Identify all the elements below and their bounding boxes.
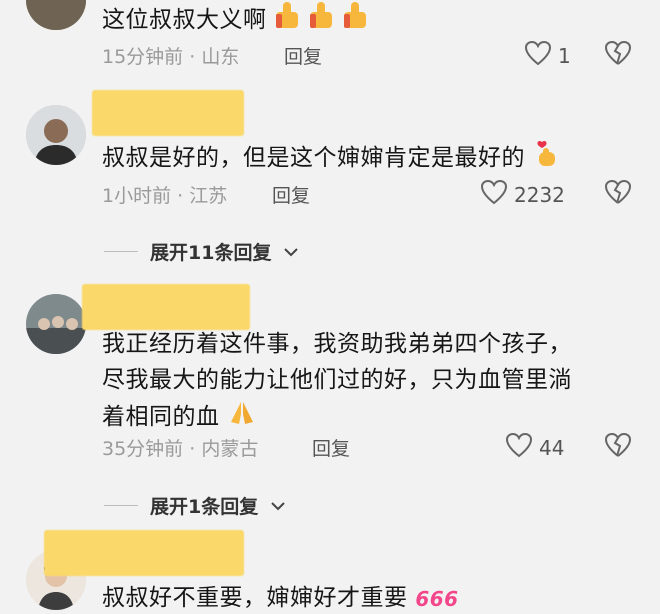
- expand-replies-button[interactable]: 展开1条回复: [104, 492, 286, 519]
- avatar[interactable]: [26, 294, 86, 354]
- comment-text: 叔叔好不重要，婶婶好才重要 666: [102, 580, 459, 614]
- like-count: 44: [539, 435, 565, 460]
- thumbs-up-emoji: [274, 0, 374, 41]
- heart-outline-icon: [505, 432, 533, 463]
- 666-emoji: 666: [415, 586, 459, 611]
- reply-button[interactable]: 回复: [284, 42, 322, 69]
- reply-button[interactable]: 回复: [272, 181, 310, 208]
- folded-hands-emoji: [227, 398, 257, 437]
- avatar[interactable]: [26, 105, 86, 165]
- heart-outline-icon: [480, 179, 508, 210]
- dislike-button[interactable]: [604, 40, 632, 70]
- dislike-button[interactable]: [604, 179, 632, 209]
- username-redacted: [44, 530, 244, 576]
- expand-replies-label: 展开11条回复: [150, 242, 272, 264]
- finger-heart-emoji: [533, 138, 559, 179]
- comment-text: 这位叔叔大义啊: [102, 0, 374, 41]
- divider: [104, 251, 138, 252]
- dislike-button[interactable]: [604, 432, 632, 462]
- reply-button[interactable]: 回复: [312, 434, 350, 461]
- like-count: 2232: [514, 182, 565, 207]
- username-redacted: [92, 90, 244, 136]
- chevron-down-icon: [283, 241, 299, 263]
- comment-text: 我正经历着这件事，我资助我弟弟四个孩子， 尽我最大的能力让他们过的好，只为血管里…: [102, 326, 572, 437]
- comment-meta: 15分钟前 · 山东: [102, 46, 240, 68]
- chevron-down-icon: [270, 495, 286, 517]
- broken-heart-icon: [604, 179, 632, 209]
- like-button[interactable]: 44: [505, 432, 564, 463]
- heart-outline-icon: [524, 40, 552, 71]
- comment-meta: 35分钟前 · 内蒙古: [102, 438, 259, 460]
- like-count: 1: [558, 43, 571, 68]
- comment-text: 叔叔是好的，但是这个婶婶肯定是最好的: [102, 138, 559, 179]
- divider: [104, 505, 138, 506]
- username-redacted: [82, 284, 250, 330]
- expand-replies-button[interactable]: 展开11条回复: [104, 238, 299, 265]
- broken-heart-icon: [604, 40, 632, 70]
- avatar[interactable]: [26, 0, 86, 30]
- like-button[interactable]: 1: [524, 40, 571, 71]
- expand-replies-label: 展开1条回复: [150, 496, 259, 518]
- comment-meta: 1小时前 · 江苏: [102, 185, 228, 207]
- broken-heart-icon: [604, 432, 632, 462]
- like-button[interactable]: 2232: [480, 179, 565, 210]
